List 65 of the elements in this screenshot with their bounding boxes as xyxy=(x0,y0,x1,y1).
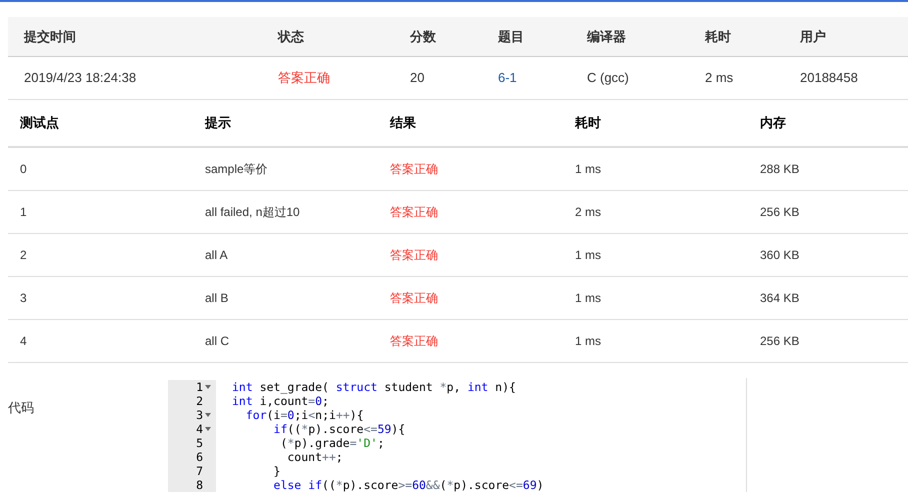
code-line: int set_grade( struct student *p, int n){ xyxy=(232,380,516,394)
code-line: } xyxy=(272,464,280,478)
fold-caret-icon[interactable] xyxy=(205,427,211,431)
column-header: 提交时间 xyxy=(24,28,77,46)
time-cell-text: 1 ms xyxy=(575,161,602,178)
column-header: 分数 xyxy=(410,28,437,46)
hint-cell-text: all A xyxy=(205,247,228,264)
result-cell-text: 答案正确 xyxy=(390,290,438,307)
fold-caret-icon[interactable] xyxy=(205,413,211,417)
code-line: if((*p).score<=59){ xyxy=(272,422,406,436)
line-number: 2 xyxy=(196,394,203,408)
code-line: for(i=0;i<n;i++){ xyxy=(244,408,364,422)
hint-cell-text: sample等价 xyxy=(205,161,268,178)
line-number: 5 xyxy=(196,436,203,450)
column-header: 结果 xyxy=(390,114,417,132)
memory-cell-text: 288 KB xyxy=(760,161,800,178)
code-label: 代码 xyxy=(8,399,35,417)
score-cell-text: 20 xyxy=(410,69,424,88)
memory-cell-text: 256 KB xyxy=(760,333,800,350)
memory-cell-text: 364 KB xyxy=(760,290,800,307)
column-header: 测试点 xyxy=(20,114,60,132)
result-cell-text: 答案正确 xyxy=(390,161,438,178)
column-header: 题目 xyxy=(498,28,525,46)
time-cell-text: 2 ms xyxy=(705,69,734,88)
time-cell-text: 1 ms xyxy=(575,290,602,307)
fold-caret-icon[interactable] xyxy=(205,385,211,389)
code-line: (*p).grade='D'; xyxy=(279,436,384,450)
line-number: 7 xyxy=(196,464,203,478)
line-number: 6 xyxy=(196,450,203,464)
column-header: 用户 xyxy=(800,28,827,46)
code-line: int i,count=0; xyxy=(232,394,329,408)
compiler-cell-text: C (gcc) xyxy=(587,69,629,88)
line-number: 8 xyxy=(196,478,203,492)
result-cell-text: 答案正确 xyxy=(390,333,438,350)
test-id-cell-text: 3 xyxy=(20,290,27,307)
code-line: else if((*p).score>=60&&(*p).score<=69) xyxy=(272,478,544,492)
code-editor[interactable]: 1 2 3 4 5 6 7 8 int set_grade( struct student *p, int n){ int i,count=0; for(i=0;i<n;i++){ if((*p).score<=59){ (*p).grade='D'; count++; } else if((*p).score>=60&&(*p).score<=69) xyxy=(168,378,747,492)
time-cell-text: 2 ms xyxy=(575,204,602,221)
result-cell-text: 答案正确 xyxy=(390,247,438,264)
column-header: 耗时 xyxy=(575,114,602,132)
memory-cell-text: 360 KB xyxy=(760,247,800,264)
time-cell-text: 1 ms xyxy=(575,333,602,350)
column-header: 编译器 xyxy=(587,28,627,46)
hint-cell-text: all C xyxy=(205,333,230,350)
code-line: count++; xyxy=(286,450,343,464)
status-cell-text: 答案正确 xyxy=(278,69,330,88)
submit-time-cell-text: 2019/4/23 18:24:38 xyxy=(24,69,136,88)
line-number: 3 xyxy=(196,408,203,422)
line-number: 1 xyxy=(196,380,203,394)
test-id-cell-text: 1 xyxy=(20,204,27,221)
time-cell-text: 1 ms xyxy=(575,247,602,264)
hint-cell-text: all failed, n超过10 xyxy=(205,204,300,221)
memory-cell-text: 256 KB xyxy=(760,204,800,221)
result-cell-text: 答案正确 xyxy=(390,204,438,221)
line-number: 4 xyxy=(196,422,203,436)
test-id-cell-text: 4 xyxy=(20,333,27,350)
column-header: 提示 xyxy=(205,114,232,132)
column-header: 内存 xyxy=(760,114,787,132)
hint-cell-text: all B xyxy=(205,290,228,307)
problem-link[interactable]: 6-1 xyxy=(498,68,517,88)
column-header: 状态 xyxy=(278,28,305,46)
test-id-cell-text: 2 xyxy=(20,247,27,264)
column-header: 耗时 xyxy=(705,28,732,46)
user-cell-text: 20188458 xyxy=(800,69,858,88)
test-id-cell-text: 0 xyxy=(20,161,27,178)
